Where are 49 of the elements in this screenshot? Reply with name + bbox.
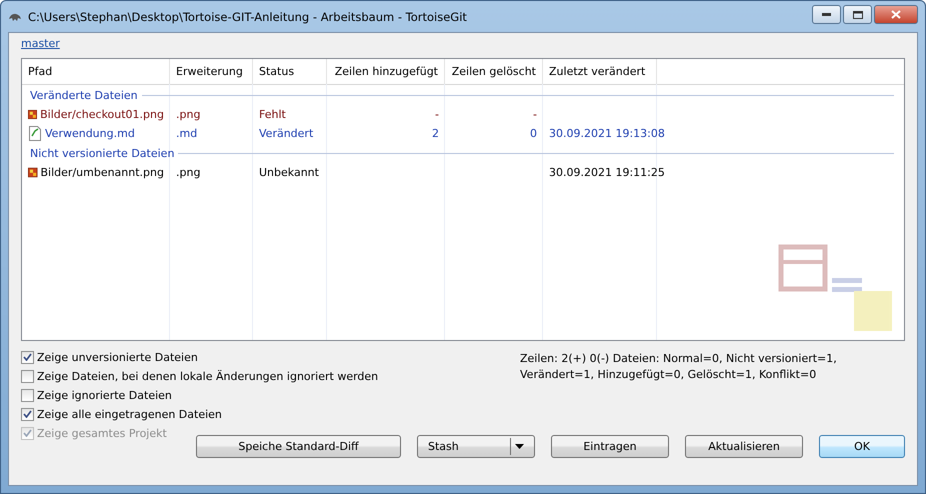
table-cell: Bilder/umbenannt.png [40, 166, 164, 179]
close-icon[interactable] [891, 10, 901, 19]
group-header: Veränderte Dateien [30, 88, 138, 102]
table-cell: Verwendung.md [45, 127, 135, 140]
action-button[interactable]: Speiche Standard-Diff [196, 435, 401, 458]
table-cell: - [435, 108, 439, 121]
window-title: C:\Users\Stephan\Desktop\Tortoise-GIT-Anleitung - Arbeitsbaum - TortoiseGit [28, 10, 468, 24]
checkbox[interactable] [21, 388, 34, 402]
image-file-icon [28, 165, 38, 180]
group-header: Nicht versionierte Dateien [30, 146, 174, 160]
close-button[interactable] [874, 5, 918, 24]
table-cell: 0 [530, 127, 537, 140]
table-cell: 2 [432, 127, 439, 140]
caret-icon[interactable] [515, 444, 524, 449]
column-header[interactable]: Zeilen hinzugefügt [327, 59, 445, 84]
summary-text: Zeilen: 2(+) 0(-) Dateien: Normal=0, Nicht versioniert=1, Verändert=1, Hinzugefügt=0, Gelöscht=1, Konflikt=0 [520, 351, 838, 383]
branch-link[interactable]: master [21, 37, 60, 50]
table-cell: Verändert [259, 127, 314, 140]
column-header[interactable]: Status [253, 59, 327, 84]
checkbox[interactable] [21, 370, 34, 382]
checkbox-label: Zeige alle eingetragenen Dateien [37, 408, 222, 420]
maximize-icon[interactable] [852, 10, 862, 18]
table-cell: Unbekannt [259, 166, 319, 179]
image-file-icon [28, 107, 38, 122]
table-cell: - [533, 108, 537, 121]
table-cell: Bilder/checkout01.png [40, 108, 164, 121]
checkbox-label: Zeige unversionierte Dateien [37, 350, 198, 364]
table-cell: .png [176, 166, 200, 179]
action-button[interactable]: OK [819, 435, 905, 458]
action-button[interactable]: Aktualisieren [685, 435, 803, 458]
checkbox-label: Zeige Dateien, bei denen lokale Änderungen ignoriert werden [37, 370, 378, 382]
checkbox-label: Zeige gesamtes Projekt [37, 426, 167, 440]
checkbox[interactable] [21, 350, 34, 364]
column-header[interactable]: Zeilen gelöscht [445, 59, 543, 84]
table-cell: 30.09.2021 19:13:08 [549, 127, 665, 140]
column-header[interactable]: Pfad [22, 59, 170, 84]
column-header[interactable]: Zuletzt verändert [543, 59, 657, 84]
table-cell: Fehlt [259, 108, 286, 121]
table-cell: 30.09.2021 19:11:25 [549, 166, 665, 179]
split-button[interactable]: Stash [417, 435, 535, 458]
column-header[interactable]: Erweiterung [170, 59, 253, 84]
document-icon [28, 126, 42, 141]
table-cell: .md [176, 127, 198, 140]
checkbox-label: Zeige ignorierte Dateien [37, 388, 172, 402]
action-button[interactable]: Eintragen [551, 435, 669, 458]
minimize-button[interactable] [812, 5, 841, 24]
table-cell: .png [176, 108, 200, 121]
checkbox[interactable] [21, 408, 34, 420]
maximize-button[interactable] [843, 5, 872, 24]
